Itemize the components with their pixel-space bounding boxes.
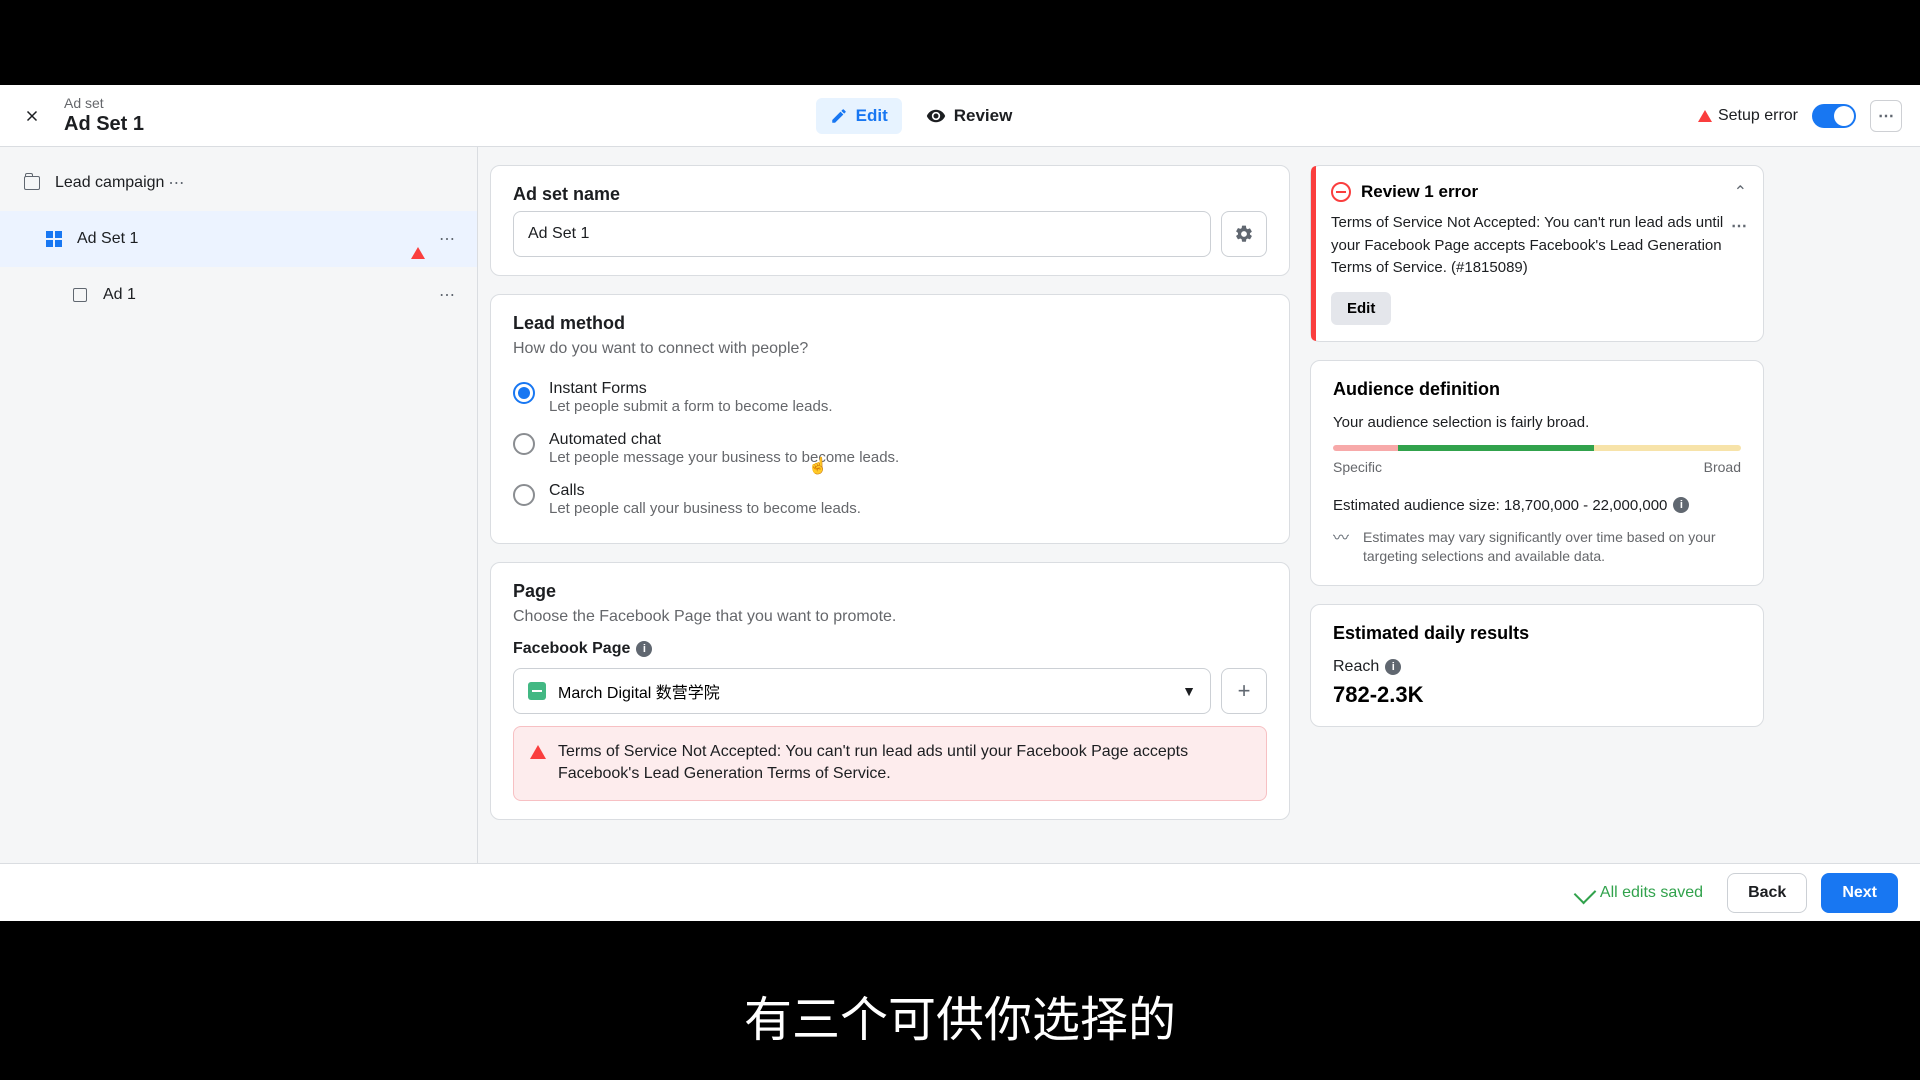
option-desc: Let people submit a form to become leads… — [549, 398, 833, 415]
selected-page-name: March Digital 数营学院 — [558, 679, 720, 703]
close-button[interactable] — [18, 102, 46, 130]
review-error-card: Review 1 error ⌃ ⋯ Terms of Service Not … — [1310, 165, 1764, 342]
next-button[interactable]: Next — [1821, 873, 1898, 913]
page-error-text: Terms of Service Not Accepted: You can't… — [558, 741, 1250, 786]
reach-value: 782-2.3K — [1333, 682, 1741, 708]
page-title: Ad Set 1 — [64, 112, 144, 136]
status-toggle[interactable] — [1812, 104, 1856, 128]
page-error-banner: Terms of Service Not Accepted: You can't… — [513, 726, 1267, 801]
audience-status: Your audience selection is fairly broad. — [1333, 414, 1741, 431]
tab-review-label: Review — [954, 106, 1013, 126]
radio-checked-icon — [513, 382, 535, 404]
folder-icon — [24, 176, 40, 190]
breadcrumb: Ad set — [64, 95, 144, 112]
tab-review[interactable]: Review — [912, 98, 1027, 134]
audience-gauge — [1333, 445, 1741, 451]
adset-name-card: Ad set name — [490, 165, 1290, 276]
eye-icon — [926, 106, 946, 126]
estimated-results-card: Estimated daily results Reach i 782-2.3K — [1310, 604, 1764, 727]
audience-note: Estimates may vary significantly over ti… — [1363, 528, 1741, 567]
close-icon — [23, 107, 41, 125]
add-page-button[interactable]: + — [1221, 668, 1267, 714]
video-subtitle: 有三个可供你选择的 — [0, 980, 1920, 1050]
tab-edit-label: Edit — [856, 106, 888, 126]
header-more-button[interactable]: ⋯ — [1870, 100, 1902, 132]
ad-more-button[interactable]: ⋯ — [435, 281, 459, 309]
lead-method-subtitle: How do you want to connect with people? — [513, 340, 1267, 358]
info-icon[interactable]: i — [1673, 497, 1689, 513]
option-title: Instant Forms — [549, 380, 833, 398]
error-more-button[interactable]: ⋯ — [1731, 216, 1747, 236]
adset-more-button[interactable]: ⋯ — [435, 225, 459, 253]
lead-option-instant-forms[interactable]: Instant Forms Let people submit a form t… — [513, 372, 1267, 423]
facebook-page-label: Facebook Page — [513, 640, 630, 658]
trend-icon — [1333, 528, 1353, 548]
audience-title: Audience definition — [1333, 379, 1741, 400]
adset-icon — [46, 231, 62, 247]
option-title: Calls — [549, 482, 861, 500]
footer-bar: All edits saved Back Next — [0, 863, 1920, 921]
adset-name-label: Ad set name — [513, 184, 1267, 205]
sidebar: Lead campaign ⋯ Ad Set 1 ⋯ Ad 1 ⋯ — [0, 147, 478, 863]
page-card: Page Choose the Facebook Page that you w… — [490, 562, 1290, 820]
lead-option-calls[interactable]: Calls Let people call your business to b… — [513, 474, 1267, 525]
setup-error-label: Setup error — [1718, 107, 1798, 125]
review-error-title: Review 1 error — [1361, 182, 1478, 202]
sidebar-adset-label: Ad Set 1 — [77, 230, 138, 248]
collapse-button[interactable]: ⌃ — [1734, 182, 1747, 202]
warning-icon — [411, 230, 425, 259]
radio-icon — [513, 433, 535, 455]
sidebar-item-adset[interactable]: Ad Set 1 ⋯ — [0, 211, 477, 267]
estimated-title: Estimated daily results — [1333, 623, 1741, 644]
sidebar-ad-label: Ad 1 — [103, 286, 136, 304]
pencil-icon — [830, 107, 848, 125]
back-button[interactable]: Back — [1727, 873, 1807, 913]
setup-error-badge: Setup error — [1698, 107, 1798, 125]
saved-status: All edits saved — [1576, 884, 1703, 902]
review-error-body: Terms of Service Not Accepted: You can't… — [1331, 212, 1743, 280]
error-circle-icon — [1331, 182, 1351, 202]
gear-icon — [1234, 224, 1254, 244]
campaign-more-button[interactable]: ⋯ — [164, 169, 188, 197]
gauge-specific-label: Specific — [1333, 459, 1382, 475]
sidebar-item-ad[interactable]: Ad 1 ⋯ — [0, 267, 477, 323]
sidebar-item-campaign[interactable]: Lead campaign ⋯ — [0, 155, 477, 211]
option-desc: Let people message your business to beco… — [549, 449, 899, 466]
review-error-edit-button[interactable]: Edit — [1331, 292, 1391, 325]
warning-icon — [1698, 110, 1712, 122]
app-header: Ad set Ad Set 1 Edit Review Setup error … — [0, 85, 1920, 147]
chevron-down-icon: ▼ — [1182, 683, 1196, 699]
gauge-broad-label: Broad — [1704, 459, 1741, 475]
sidebar-campaign-label: Lead campaign — [55, 174, 164, 192]
info-icon[interactable]: i — [636, 641, 652, 657]
facebook-page-select[interactable]: March Digital 数营学院 ▼ — [513, 668, 1211, 714]
audience-card: Audience definition Your audience select… — [1310, 360, 1764, 586]
warning-icon — [530, 745, 546, 759]
page-subtitle: Choose the Facebook Page that you want t… — [513, 608, 1267, 626]
reach-label: Reach — [1333, 658, 1379, 676]
page-avatar-icon — [528, 682, 546, 700]
lead-method-title: Lead method — [513, 313, 1267, 334]
title-block: Ad set Ad Set 1 — [64, 95, 144, 136]
audience-size-text: Estimated audience size: 18,700,000 - 22… — [1333, 497, 1667, 514]
info-icon[interactable]: i — [1385, 659, 1401, 675]
radio-icon — [513, 484, 535, 506]
adset-name-input[interactable] — [513, 211, 1211, 257]
page-title-label: Page — [513, 581, 1267, 602]
ad-icon — [73, 288, 87, 302]
lead-option-automated-chat[interactable]: Automated chat Let people message your b… — [513, 423, 1267, 474]
adset-name-settings-button[interactable] — [1221, 211, 1267, 257]
option-title: Automated chat — [549, 431, 899, 449]
option-desc: Let people call your business to become … — [549, 500, 861, 517]
tab-edit[interactable]: Edit — [816, 98, 902, 134]
check-icon — [1574, 881, 1597, 904]
lead-method-card: Lead method How do you want to connect w… — [490, 294, 1290, 544]
saved-label: All edits saved — [1600, 884, 1703, 902]
